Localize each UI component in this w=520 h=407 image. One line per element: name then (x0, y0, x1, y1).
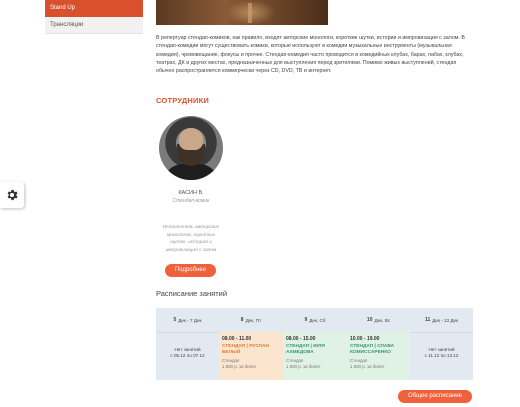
day-header: 5 Дек - 7 Дек (156, 308, 219, 332)
day-label: Дек, Сб (309, 317, 326, 323)
event-name: СТЕНДАП | СЛАВА КОМИССАРЕНКО (350, 344, 395, 355)
gear-icon (7, 189, 18, 201)
schedule-day: 8 Дек, Пт 08.00 - 11.00 СТЕНДАП | РУСЛАН … (219, 308, 283, 380)
hero-microphone-stand (248, 3, 252, 23)
hero-image (156, 0, 328, 25)
employee-name: КАСИН В. (178, 190, 204, 196)
schedule-day: 5 Дек - 7 Дек Нет занятий c 05.12 по 07.1… (156, 308, 219, 380)
event-price: 1 500 р. за билет (222, 364, 257, 369)
day-label: Дек, Вс (374, 317, 391, 323)
employee-bio: Исполнитель авторских монологов, коротки… (162, 225, 220, 253)
day-header: 10 Дек, Вс (347, 308, 410, 332)
avatar-face (179, 128, 203, 150)
sidebar-item-broadcasts[interactable]: Трансляции (45, 17, 143, 34)
event-price: 1 500 р. за билет (286, 364, 321, 369)
employee-role: Стендап-комик (172, 198, 210, 204)
sidebar-item-label: Трансляции (50, 22, 84, 28)
schedule-day: 10 Дек, Вс 10.00 - 19.00 СТЕНДАП | СЛАВА … (347, 308, 410, 380)
settings-button[interactable] (0, 182, 24, 208)
more-button[interactable]: Подробнее (165, 264, 216, 277)
day-label: Дек - 7 Дек (178, 317, 202, 323)
event-price: 1 500 р. за билет (350, 364, 385, 369)
sidebar: Stand Up Трансляции (45, 0, 143, 34)
day-label: Дек, Пт (245, 317, 262, 323)
event-time: 10.00 - 19.00 (350, 336, 380, 342)
schedule-title: Расписание занятий (156, 289, 228, 298)
event-time: 08.00 - 15.00 (286, 336, 316, 342)
description-text: В репертуар стендап-комиков, как правило… (156, 35, 465, 75)
day-header: 11 Дек - 13 Дек (410, 308, 473, 332)
day-empty: Нет занятий c 11.12 по 13.12 (410, 332, 473, 380)
schedule-event[interactable]: 10.00 - 19.00 СТЕНДАП | СЛАВА КОМИССАРЕН… (347, 332, 410, 380)
day-header: 9 Дек, Сб (283, 308, 347, 332)
day-number: 10 (366, 317, 373, 323)
avatar-shirt (163, 164, 219, 180)
event-time: 08.00 - 11.00 (222, 336, 252, 342)
schedule-day: 11 Дек - 13 Дек Нет занятий c 11.12 по 13… (410, 308, 473, 380)
event-name: СТЕНДАП | ЮЛЯ АХМЕДОВА (286, 344, 325, 355)
day-number: 5 (173, 317, 177, 323)
sidebar-item-label: Stand Up (50, 5, 76, 11)
day-header: 8 Дек, Пт (219, 308, 283, 332)
empty-range: c 11.12 по 13.12 (424, 353, 459, 358)
schedule-event[interactable]: 08.00 - 11.00 СТЕНДАП | РУСЛАН БЕЛЫЙ Сте… (219, 332, 283, 380)
day-label: Дек - 13 Дек (432, 317, 459, 323)
sidebar-item-stand-up[interactable]: Stand Up (45, 0, 143, 17)
day-number: 11 (424, 317, 431, 323)
event-name: СТЕНДАП | РУСЛАН БЕЛЫЙ (222, 344, 269, 355)
empty-range: c 05.12 по 07.12 (170, 353, 205, 358)
day-number: 9 (304, 317, 308, 323)
staff-section-title: СОТРУДНИКИ (156, 96, 209, 105)
day-number: 8 (240, 317, 244, 323)
employee-avatar[interactable] (159, 116, 223, 180)
full-schedule-button[interactable]: Общее расписание (398, 390, 472, 403)
day-empty: Нет занятий c 05.12 по 07.12 (156, 332, 219, 380)
schedule-event[interactable]: 08.00 - 15.00 СТЕНДАП | ЮЛЯ АХМЕДОВА Сте… (283, 332, 347, 380)
schedule-day: 9 Дек, Сб 08.00 - 15.00 СТЕНДАП | ЮЛЯ АХМ… (283, 308, 347, 380)
schedule-grid: 5 Дек - 7 Дек Нет занятий c 05.12 по 07.1… (156, 308, 473, 380)
